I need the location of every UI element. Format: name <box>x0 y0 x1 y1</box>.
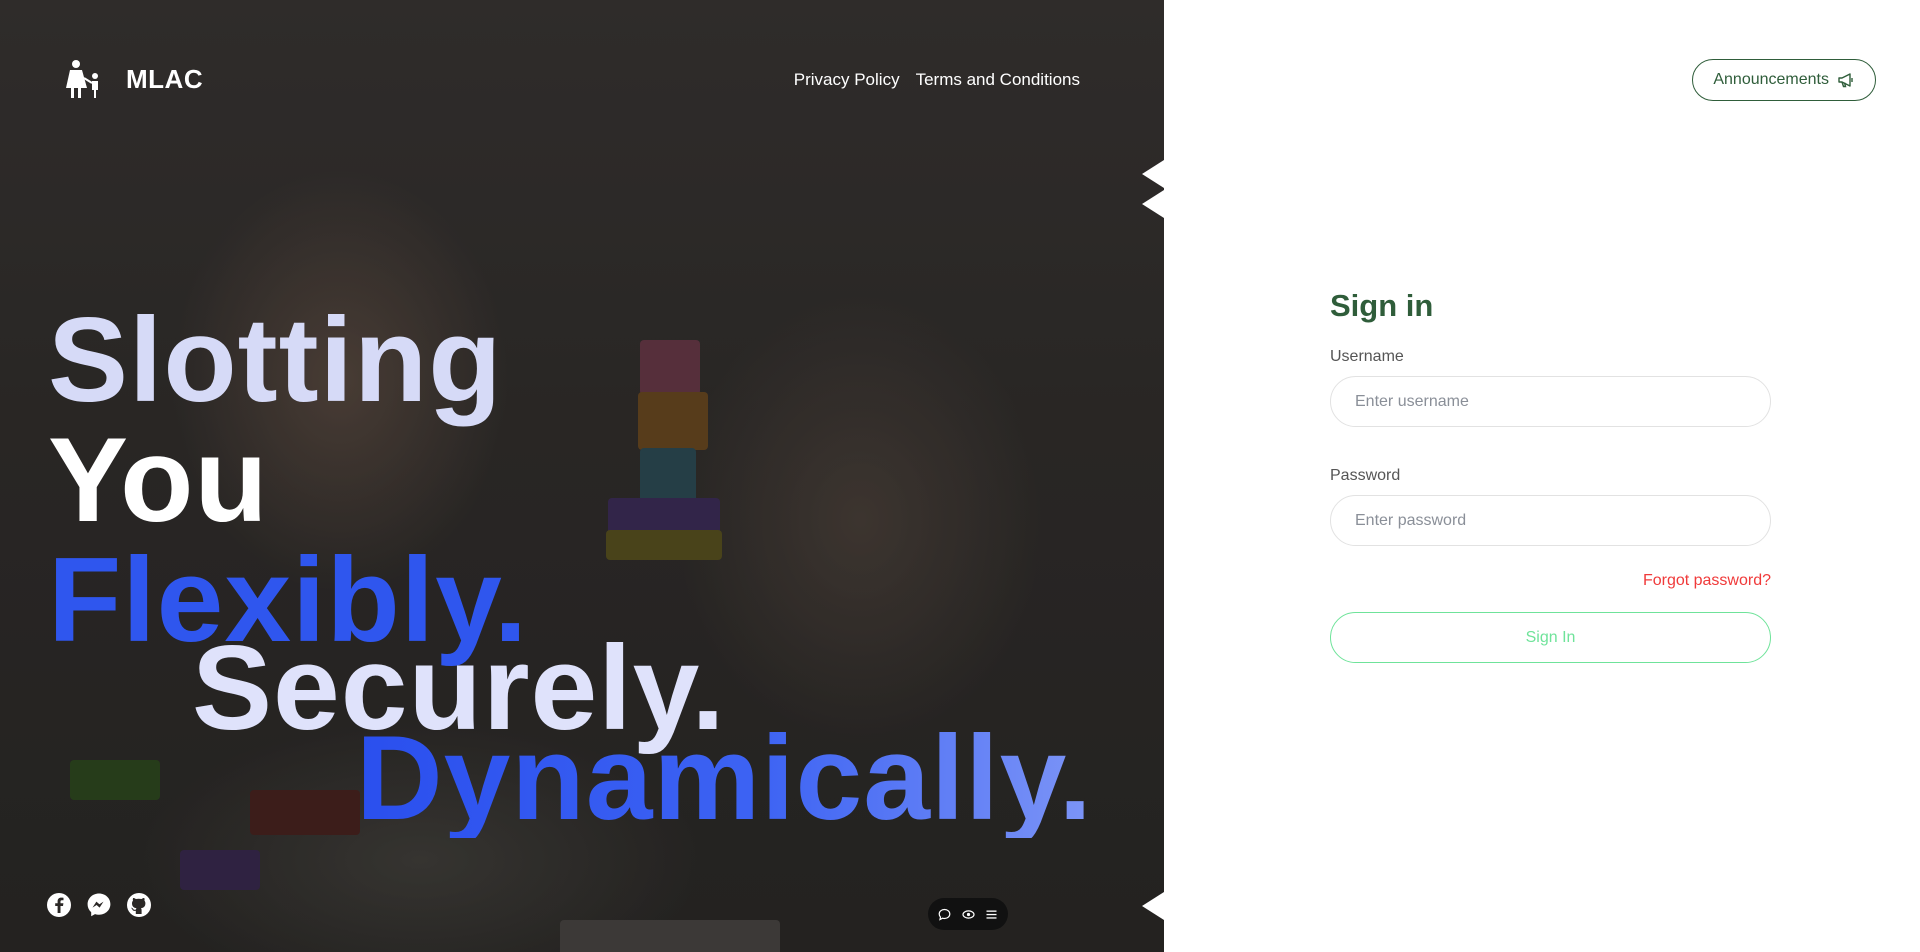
social-links <box>46 892 152 918</box>
brand-logo[interactable]: MLAC <box>62 58 203 100</box>
forgot-row: Forgot password? <box>1330 572 1771 590</box>
privacy-policy-link[interactable]: Privacy Policy <box>794 70 900 90</box>
announcements-button[interactable]: Announcements <box>1692 59 1876 101</box>
hero-line-5: Dynamically. <box>356 711 1093 845</box>
signin-button[interactable]: Sign In <box>1330 612 1771 663</box>
top-nav: Privacy Policy Terms and Conditions <box>794 70 1080 90</box>
username-label: Username <box>1330 348 1404 365</box>
hero-line-2: You <box>48 413 269 547</box>
password-input[interactable] <box>1330 495 1771 546</box>
terms-link[interactable]: Terms and Conditions <box>916 70 1080 90</box>
mother-child-icon <box>66 60 98 98</box>
hero-section: MLAC Privacy Policy Terms and Conditions… <box>0 0 1164 952</box>
announcements-label: Announcements <box>1713 71 1829 88</box>
eye-icon[interactable] <box>961 908 975 921</box>
signin-title: Sign in <box>1330 288 1434 323</box>
floating-widget <box>928 898 1008 930</box>
divider-notch <box>1142 190 1164 218</box>
divider-notch <box>1142 892 1164 920</box>
facebook-icon[interactable] <box>46 892 72 918</box>
signin-form: Sign in Username Password Forgot passwor… <box>1330 288 1771 663</box>
hero-line-1: Slotting <box>48 293 503 427</box>
messenger-icon[interactable] <box>86 892 112 918</box>
password-label: Password <box>1330 467 1401 484</box>
github-icon[interactable] <box>126 892 152 918</box>
username-input[interactable] <box>1330 376 1771 427</box>
megaphone-icon <box>1838 73 1853 88</box>
password-field-group: Password <box>1330 467 1771 546</box>
divider-notch <box>1142 160 1164 188</box>
brand-name: MLAC <box>126 63 204 94</box>
username-field-group: Username <box>1330 348 1771 427</box>
forgot-password-link[interactable]: Forgot password? <box>1643 572 1771 589</box>
menu-icon[interactable] <box>985 908 998 921</box>
chat-icon[interactable] <box>938 908 951 921</box>
